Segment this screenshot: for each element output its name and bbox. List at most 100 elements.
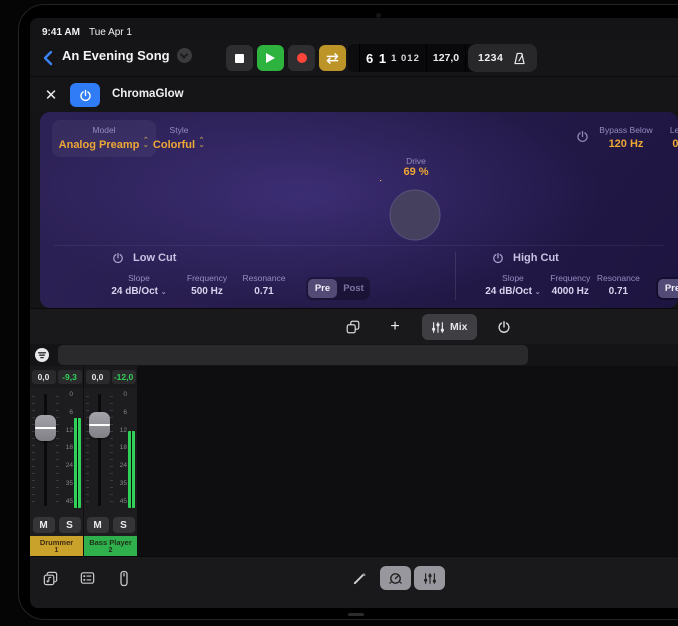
post-button[interactable]: Post — [339, 279, 368, 298]
cycle-button[interactable] — [319, 45, 346, 71]
pan-value[interactable]: 0,0 — [32, 370, 56, 384]
controls-view-button[interactable] — [380, 566, 411, 590]
drive-knob[interactable] — [380, 180, 450, 250]
connector-port — [348, 613, 364, 616]
db-scale-label: 35 — [66, 480, 73, 487]
lcd-position: 6 1 1 012 — [360, 44, 427, 72]
level-label: Level — [649, 125, 678, 135]
track-label[interactable]: Drummer 1 — [30, 536, 83, 556]
level-meter — [128, 431, 135, 508]
back-icon[interactable] — [40, 48, 58, 68]
high-cut-pre-post-toggle: Pre Post — [656, 277, 678, 300]
style-selector[interactable]: Style Colorful⌃⌄ — [146, 120, 212, 157]
low-cut-resonance[interactable]: Resonance 0.71 — [236, 273, 292, 297]
loops-browser-button[interactable] — [38, 567, 62, 589]
position-div-tick: 1 012 — [391, 53, 420, 64]
mixer-view-button[interactable] — [414, 566, 445, 590]
pencil-icon[interactable] — [352, 571, 367, 586]
ipad-device-frame: 9:41 AM Tue Apr 1 An Evening Song — [18, 4, 678, 620]
mix-label: Mix — [450, 321, 468, 333]
position-bar-beat: 6 1 — [366, 51, 387, 66]
play-button[interactable] — [257, 45, 284, 71]
stop-button[interactable] — [226, 45, 253, 71]
divider — [54, 245, 664, 246]
plugin-power-button[interactable] — [70, 83, 100, 107]
chromaglow-panel: Model Analog Preamp⌃⌄ Style Colorful⌃⌄ B… — [40, 112, 678, 308]
mute-button[interactable]: M — [33, 517, 55, 533]
high-cut-resonance[interactable]: Resonance 0.71 — [595, 273, 642, 297]
fader-track[interactable] — [44, 394, 47, 506]
clock-time: 9:41 AM — [42, 27, 80, 38]
db-scale-label: 0 — [123, 391, 127, 398]
track-number: 2 — [84, 547, 137, 555]
count-in-button[interactable]: 1234 — [478, 52, 503, 64]
channel-strips: 0,0 -9,3 061218243545 M S Drummer 1 0,0 — [30, 366, 678, 556]
duplicate-button[interactable] — [338, 314, 368, 340]
db-scale-label: 18 — [120, 444, 127, 451]
pencil-case-button[interactable] — [112, 567, 136, 589]
pencil-case-icon — [118, 570, 130, 587]
low-cut-power-icon[interactable] — [112, 252, 124, 264]
browser-button[interactable] — [75, 567, 99, 589]
db-scale-label: 18 — [66, 444, 73, 451]
mixer-toolbar: + Mix — [30, 308, 678, 344]
db-scale-label: 12 — [120, 427, 127, 434]
low-cut-pre-post-toggle: Pre Post — [306, 277, 370, 300]
fader-cap[interactable] — [89, 412, 110, 438]
cycle-icon — [324, 52, 341, 65]
low-cut-section: Low Cut Slope 24 dB/Oct ⌄ Frequency 500 … — [100, 250, 400, 304]
fader-ticks — [32, 396, 35, 504]
track-name: Drummer — [30, 538, 83, 547]
record-button[interactable] — [288, 45, 315, 71]
close-icon[interactable]: ✕ — [42, 86, 60, 104]
count-in-metronome-group: 1234 — [468, 44, 537, 72]
song-title-menu[interactable]: An Evening Song — [62, 48, 192, 63]
metronome-icon[interactable] — [512, 51, 527, 66]
song-title: An Evening Song — [62, 48, 170, 63]
channel-power-button[interactable] — [489, 314, 519, 340]
record-icon — [297, 53, 307, 63]
db-scale-label: 45 — [66, 498, 73, 505]
status-bar: 9:41 AM Tue Apr 1 — [30, 18, 678, 40]
drive-label: Drive — [380, 156, 452, 166]
fader-cap[interactable] — [35, 415, 56, 441]
high-cut-frequency[interactable]: Frequency 4000 Hz — [546, 273, 595, 297]
drive-value: 69 % — [380, 166, 452, 178]
play-icon — [265, 52, 276, 64]
drive-knob-block[interactable]: Drive 69 % — [380, 156, 452, 250]
mute-solo-row: M S — [84, 514, 137, 536]
level-control[interactable]: Level 0.0 — [649, 125, 678, 150]
plus-icon: + — [390, 319, 399, 335]
bottom-toolbar — [30, 556, 678, 608]
pan-value[interactable]: 0,0 — [86, 370, 110, 384]
add-track-button[interactable]: + — [380, 314, 410, 340]
low-cut-slope[interactable]: Slope 24 dB/Oct ⌄ — [100, 273, 178, 297]
solo-button[interactable]: S — [59, 517, 81, 533]
strip-values: 0,0 -12,0 — [84, 366, 137, 388]
volume-value[interactable]: -12,0 — [112, 370, 136, 384]
view-toggle-group — [380, 566, 445, 590]
volume-value[interactable]: -9,3 — [58, 370, 82, 384]
db-scale-label: 0 — [69, 391, 73, 398]
power-icon — [497, 320, 511, 334]
mix-view-button[interactable]: Mix — [422, 314, 477, 340]
model-value: Analog Preamp — [59, 139, 140, 151]
faders-icon — [431, 321, 445, 334]
high-cut-slope[interactable]: Slope 24 dB/Oct ⌄ — [480, 273, 546, 297]
model-selector[interactable]: Model Analog Preamp⌃⌄ — [52, 120, 156, 157]
pre-button[interactable]: Pre — [658, 279, 678, 298]
strip-values: 0,0 -9,3 — [30, 366, 83, 388]
high-cut-power-icon[interactable] — [492, 252, 504, 264]
channel-strip: 0,0 -9,3 061218243545 M S Drummer 1 — [30, 366, 83, 556]
low-cut-frequency[interactable]: Frequency 500 Hz — [178, 273, 236, 297]
solo-button[interactable]: S — [113, 517, 135, 533]
updown-chevrons-icon: ⌃⌄ — [198, 138, 205, 148]
chevron-down-icon — [177, 48, 192, 63]
bypass-power-icon[interactable] — [576, 130, 589, 143]
track-label[interactable]: Bass Player 2 — [84, 536, 137, 556]
fader-track[interactable] — [98, 394, 101, 506]
mute-button[interactable]: M — [87, 517, 109, 533]
lcd-time-segment — [348, 44, 360, 72]
pre-button[interactable]: Pre — [308, 279, 337, 298]
level-value: 0.0 — [649, 138, 678, 150]
